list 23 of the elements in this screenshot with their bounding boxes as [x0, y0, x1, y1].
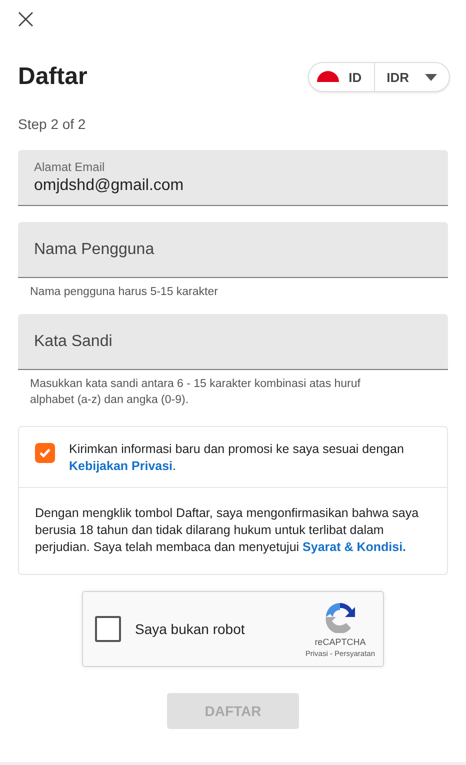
caret-icon: [425, 74, 437, 80]
language-code: ID: [348, 70, 362, 84]
input-field[interactable]: Kata Sandi: [18, 314, 448, 370]
page-title: Daftar: [18, 63, 88, 91]
recaptcha-logo-icon: [324, 600, 356, 632]
input-field[interactable]: Nama Pengguna: [18, 222, 448, 278]
currency-code: IDR: [386, 70, 409, 84]
captcha-label: Saya bukan robot: [135, 621, 246, 637]
close-button[interactable]: ×: [14, 2, 38, 36]
field-hint: Masukkan kata sandi antara 6 - 15 karakter kombinasi atas huruf alphabet (a-z) dan angka (0-9).: [29, 377, 362, 408]
consent-text: Kirimkan informasi baru dan promosi ke saya sesuai dengan Kebijakan Privasi.: [69, 441, 405, 475]
privacy-link[interactable]: Kebijakan Privasi: [69, 459, 173, 473]
field-hint: Nama pengguna harus 5-15 karakter: [29, 285, 219, 300]
captcha-checkbox[interactable]: [95, 616, 121, 642]
flag-icon: [316, 70, 339, 82]
captcha-brand: reCAPTCHA: [314, 636, 366, 646]
checkbox[interactable]: [35, 443, 55, 463]
locale-selector[interactable]: ID IDR: [308, 62, 450, 92]
email-field[interactable]: Alamat Email omjdshd@gmail.com: [18, 150, 448, 206]
check-icon: [39, 448, 51, 458]
step-indicator: Step 2 of 2: [18, 116, 87, 132]
terms-link[interactable]: Syarat & Kondisi.: [302, 540, 406, 554]
terms-text: Dengan mengklik tombol Daftar, saya mengonfirmasikan bahwa saya berusia 18 tahun dan tidak dilarang hukum untuk terlibat dalam perjudian. Saya telah membaca dan menyetujui Syarat & Kondisi.: [34, 505, 420, 556]
